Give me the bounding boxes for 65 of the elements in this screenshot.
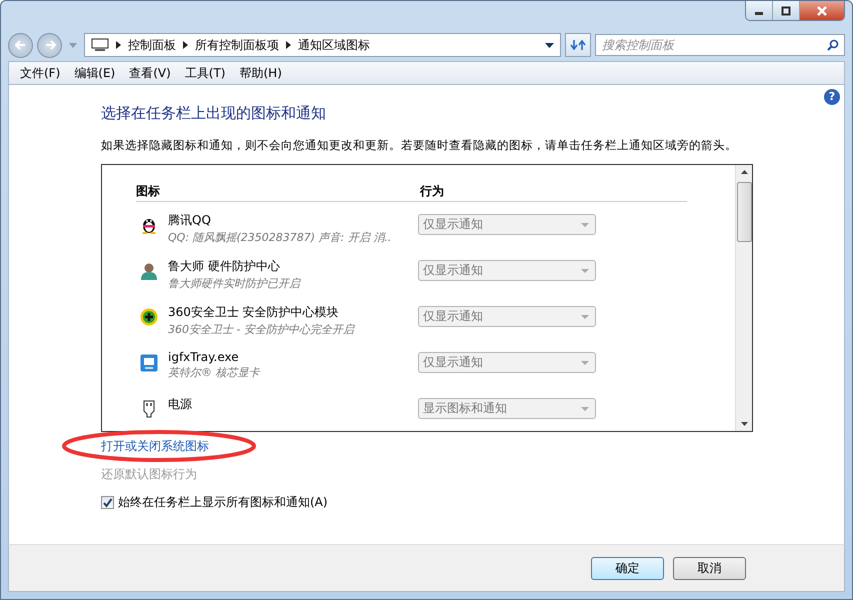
display-icon <box>140 354 158 372</box>
address-bar[interactable]: 控制面板 所有控制面板项 通知区域图标 <box>84 33 561 57</box>
scroll-up-icon[interactable] <box>740 170 748 174</box>
dropdown-arrow-icon <box>581 360 589 364</box>
dropdown-arrow-icon <box>581 268 589 272</box>
close-button[interactable] <box>800 1 844 20</box>
refresh-button[interactable] <box>565 33 591 57</box>
maximize-button[interactable] <box>773 1 800 20</box>
scrollbar-thumb[interactable] <box>736 182 752 242</box>
column-header: 行为 <box>420 183 444 200</box>
left-arrow-icon <box>14 38 28 52</box>
breadcrumb-arrow-icon <box>286 41 291 49</box>
menu-item[interactable]: 工具(T) <box>178 64 232 82</box>
app-name: 腾讯QQ <box>168 212 212 229</box>
menu-item[interactable]: 文件(F) <box>13 64 68 82</box>
column-header: 图标 <box>136 183 161 200</box>
app-status-text: QQ: 随风飘摇(2350283787) 声音: 开启 消.. <box>168 230 392 245</box>
behavior-dropdown[interactable]: 显示图标和通知 <box>418 398 596 419</box>
minimize-button[interactable] <box>746 1 773 20</box>
behavior-dropdown[interactable]: 仅显示通知 <box>418 352 596 373</box>
dropdown-arrow-icon <box>581 406 589 410</box>
app-name: 360安全卫士 安全防护中心模块 <box>168 304 340 321</box>
plus-circle-icon <box>140 308 158 326</box>
search-field[interactable]: 搜索控制面板 <box>595 34 845 56</box>
menu-item[interactable]: 查看(V) <box>122 64 178 82</box>
scrollbar[interactable] <box>735 165 752 431</box>
scroll-down-icon[interactable] <box>740 422 748 426</box>
app-name: 电源 <box>168 396 193 413</box>
breadcrumb-item[interactable]: 通知区域图标 <box>298 36 370 54</box>
app-status-text: 360安全卫士 - 安全防护中心完全开启 <box>168 322 356 337</box>
menu-item[interactable]: 帮助(H) <box>232 64 289 82</box>
search-icon <box>827 39 839 51</box>
app-status-text: 鲁大师硬件实时防护已开启 <box>168 276 302 291</box>
dropdown-arrow-icon <box>581 222 589 226</box>
refresh-icon <box>570 38 586 52</box>
breadcrumb-arrow-icon <box>183 41 188 49</box>
back-button[interactable] <box>8 32 33 58</box>
ok-button[interactable]: 确定 <box>591 556 664 580</box>
page-heading: 选择在任务栏上出现的图标和通知 <box>101 104 327 123</box>
link: 还原默认图标行为 <box>101 466 197 482</box>
breadcrumb-arrow-icon <box>116 41 121 49</box>
maximize-icon <box>780 6 792 16</box>
penguin-icon <box>140 216 158 234</box>
menu-item[interactable]: 编辑(E) <box>67 64 122 82</box>
app-name: 鲁大师 硬件防护中心 <box>168 258 281 275</box>
app-name: igfxTray.exe <box>168 350 240 364</box>
forward-button[interactable] <box>37 32 62 58</box>
behavior-dropdown[interactable]: 仅显示通知 <box>418 214 596 235</box>
app-status-text: 英特尔® 核芯显卡 <box>168 365 262 380</box>
cancel-button[interactable]: 取消 <box>673 556 746 580</box>
checkbox[interactable] <box>101 496 114 509</box>
breadcrumb-item[interactable]: 所有控制面板项 <box>195 36 279 54</box>
computer-icon <box>91 38 109 52</box>
breadcrumb-item[interactable]: 控制面板 <box>128 36 176 54</box>
minimize-icon <box>755 12 763 15</box>
help-button[interactable]: ? <box>824 89 840 105</box>
close-icon <box>815 4 829 16</box>
checkmark-icon <box>102 497 113 508</box>
behavior-dropdown[interactable]: 仅显示通知 <box>418 260 596 281</box>
dropdown-arrow-icon[interactable] <box>545 42 554 48</box>
person-icon <box>140 262 158 280</box>
description-text: 如果选择隐藏图标和通知，则不会向您通知更改和更新。若要随时查看隐藏的图标，请单击任务栏上通知区域旁的箭头。 <box>101 138 738 153</box>
checkbox-label[interactable]: 始终在任务栏上显示所有图标和通知(A) <box>118 494 328 511</box>
dropdown-arrow-icon <box>581 314 589 318</box>
behavior-dropdown[interactable]: 仅显示通知 <box>418 306 596 327</box>
